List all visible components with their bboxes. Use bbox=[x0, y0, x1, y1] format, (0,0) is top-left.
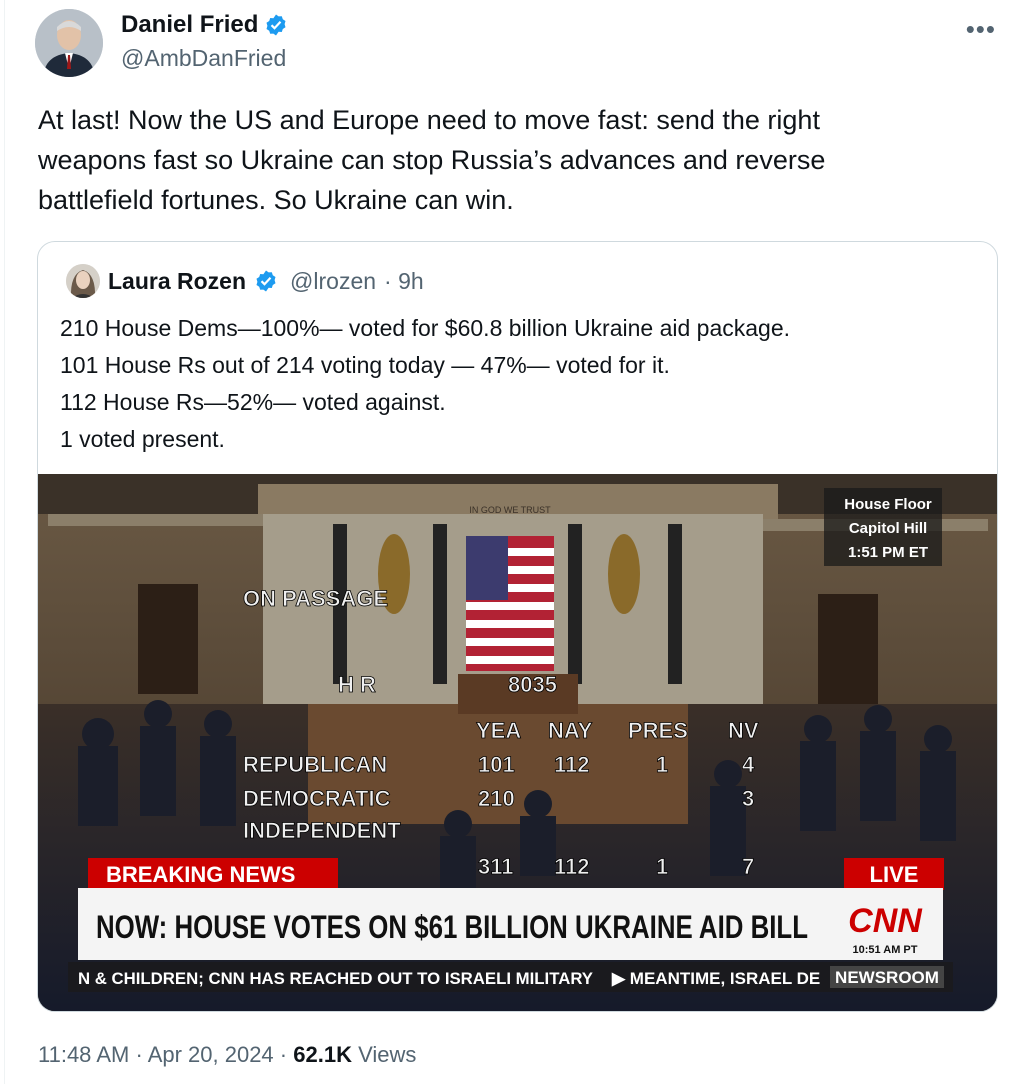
total-value: 1 bbox=[656, 854, 668, 879]
author-name-text[interactable]: Daniel Fried bbox=[121, 11, 258, 39]
quoted-author-name[interactable]: Laura Rozen bbox=[108, 268, 246, 295]
quoted-tweet[interactable]: Laura Rozen @lrozen · 9h 210 House Dems—… bbox=[37, 241, 998, 1012]
row-value: 112 bbox=[554, 752, 590, 777]
motto-text: IN GOD WE TRUST bbox=[469, 505, 551, 515]
tweet-date[interactable]: Apr 20, 2024 bbox=[148, 1042, 274, 1067]
headline-text: NOW: HOUSE VOTES ON $61 BILLION UKRAINE … bbox=[96, 909, 808, 945]
corner-location: House Floor bbox=[844, 496, 932, 513]
newsroom-text: NEWSROOM bbox=[835, 968, 939, 987]
row-value: 3 bbox=[742, 786, 754, 811]
quoted-time[interactable]: · 9h bbox=[384, 268, 424, 295]
separator: · bbox=[279, 1042, 288, 1067]
author-name[interactable]: Daniel Fried bbox=[121, 11, 288, 39]
breaking-news-text: BREAKING NEWS bbox=[106, 862, 295, 887]
tweet-card: Daniel Fried @AmbDanFried ••• At last! N… bbox=[4, 0, 1018, 1084]
quoted-text: 210 House Dems—100%— voted for $60.8 bil… bbox=[60, 310, 790, 458]
tv-screen-photo: IN GOD WE TRUST House Floor Capitol Hill… bbox=[38, 474, 997, 1011]
row-value: 4 bbox=[742, 752, 755, 777]
tweet-line: battlefield fortunes. So Ukraine can win… bbox=[38, 185, 514, 215]
col-nay: NAY bbox=[548, 718, 593, 743]
col-pres: PRES bbox=[628, 718, 688, 743]
quoted-line: 210 House Dems—100%— voted for $60.8 bil… bbox=[60, 315, 791, 341]
views-label: Views bbox=[358, 1042, 417, 1067]
tweet-time[interactable]: 11:48 AM bbox=[38, 1042, 129, 1067]
on-passage-text: ON PASSAGE bbox=[243, 586, 388, 611]
corner-place: Capitol Hill bbox=[849, 520, 927, 537]
row-party: INDEPENDENT bbox=[243, 818, 401, 843]
quoted-line: 112 House Rs—52%— voted against. bbox=[60, 389, 446, 415]
us-flag-icon bbox=[466, 536, 554, 671]
quoted-line: 1 voted present. bbox=[60, 426, 225, 452]
quoted-line: 101 House Rs out of 214 voting today — 4… bbox=[60, 352, 670, 378]
quoted-handle[interactable]: @lrozen bbox=[290, 268, 376, 295]
ticker-text-2: ▶ MEANTIME, ISRAEL DE bbox=[611, 969, 820, 988]
verified-badge-icon bbox=[266, 14, 286, 36]
total-value: 112 bbox=[554, 854, 590, 879]
separator: · bbox=[135, 1042, 143, 1067]
live-text: LIVE bbox=[870, 862, 919, 887]
hr-number: 8035 bbox=[508, 672, 557, 697]
row-value: 101 bbox=[478, 752, 515, 777]
col-nv: NV bbox=[728, 718, 759, 743]
verified-badge-icon bbox=[256, 270, 276, 292]
tweet-footer: 11:48 AM · Apr 20, 2024 · 62.1K Views bbox=[38, 1042, 416, 1068]
network-time: 10:51 AM PT bbox=[852, 944, 917, 956]
col-yea: YEA bbox=[476, 718, 521, 743]
total-value: 7 bbox=[742, 854, 754, 879]
total-value: 311 bbox=[478, 854, 514, 879]
quoted-avatar[interactable] bbox=[66, 264, 100, 298]
corner-time: 1:51 PM ET bbox=[848, 544, 928, 561]
views-count: 62.1K bbox=[293, 1042, 352, 1067]
cnn-logo-icon: CNN bbox=[848, 902, 923, 940]
row-party: DEMOCRATIC bbox=[243, 786, 391, 811]
row-value: 1 bbox=[656, 752, 668, 777]
row-value: 210 bbox=[478, 786, 515, 811]
more-options-icon[interactable]: ••• bbox=[966, 14, 996, 45]
hr-label: H R bbox=[338, 672, 376, 697]
quoted-header: Laura Rozen @lrozen · 9h bbox=[66, 264, 424, 298]
author-handle[interactable]: @AmbDanFried bbox=[121, 45, 286, 72]
ticker-text: N & CHILDREN; CNN HAS REACHED OUT TO ISR… bbox=[78, 969, 594, 988]
row-party: REPUBLICAN bbox=[243, 752, 387, 777]
author-avatar[interactable] bbox=[35, 9, 103, 77]
tweet-line: weapons fast so Ukraine can stop Russia’… bbox=[38, 145, 826, 175]
tweet-line: At last! Now the US and Europe need to m… bbox=[38, 105, 820, 135]
tweet-text: At last! Now the US and Europe need to m… bbox=[38, 100, 968, 220]
quoted-media-image[interactable]: IN GOD WE TRUST House Floor Capitol Hill… bbox=[38, 474, 997, 1011]
